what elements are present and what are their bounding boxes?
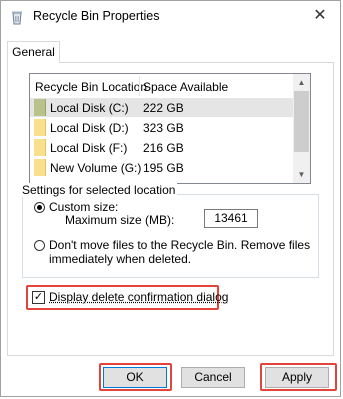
dont-move-radio[interactable] [34,240,45,251]
dont-move-label-line2[interactable]: immediately when deleted. [49,252,191,266]
location-name: Local Disk (F:) [50,141,128,155]
list-item[interactable]: New Volume (G:) 195 GB [30,159,293,177]
location-name: Local Disk (D:) [50,121,129,135]
folder-icon [34,99,46,116]
apply-button[interactable]: Apply [265,367,329,388]
custom-size-radio[interactable] [34,202,45,213]
close-icon: ✕ [313,7,327,24]
list-item[interactable]: Local Disk (F:) 216 GB [30,139,293,157]
list-header: Recycle Bin Location Space Available [30,74,293,99]
cancel-button[interactable]: Cancel [181,367,245,388]
confirm-label[interactable]: Display delete confirmation dialog [49,290,228,304]
list-item[interactable]: Local Disk (C:) 222 GB [30,99,293,117]
space-available: 323 GB [143,121,184,135]
confirm-checkbox[interactable]: ✓ [32,291,45,304]
list-item[interactable]: Local Disk (D:) 323 GB [30,119,293,137]
location-list[interactable]: Recycle Bin Location Space Available Loc… [29,73,311,184]
settings-legend: Settings for selected location [20,183,178,197]
space-available: 222 GB [143,101,184,115]
scroll-thumb[interactable] [294,91,309,152]
dont-move-label-line1[interactable]: Don't move files to the Recycle Bin. Rem… [49,238,310,252]
space-available: 195 GB [143,161,184,175]
scroll-down-icon[interactable]: ▼ [293,166,310,183]
folder-icon [34,159,46,176]
title-bar: Recycle Bin Properties ✕ [1,1,340,31]
space-available: 216 GB [143,141,184,155]
folder-icon [34,119,46,136]
max-size-label: Maximum size (MB): [65,213,175,227]
general-panel: Recycle Bin Location Space Available Loc… [7,62,334,356]
recycle-bin-properties-window: Recycle Bin Properties ✕ General Recycle… [0,0,341,397]
ok-button[interactable]: OK [103,367,167,388]
column-separator [139,76,140,96]
max-size-input[interactable]: 13461 [204,209,258,228]
folder-icon [34,139,46,156]
location-name: New Volume (G:) [50,161,142,175]
tab-general[interactable]: General [7,41,60,63]
recycle-bin-icon [12,11,22,25]
custom-size-label[interactable]: Custom size: [49,200,118,214]
column-header-space[interactable]: Space Available [143,80,228,94]
close-button[interactable]: ✕ [300,1,340,31]
window-title: Recycle Bin Properties [33,9,160,23]
column-header-location[interactable]: Recycle Bin Location [35,80,147,94]
location-name: Local Disk (C:) [50,101,129,115]
vertical-scrollbar[interactable]: ▲ ▼ [293,74,310,183]
scroll-up-icon[interactable]: ▲ [293,74,310,91]
